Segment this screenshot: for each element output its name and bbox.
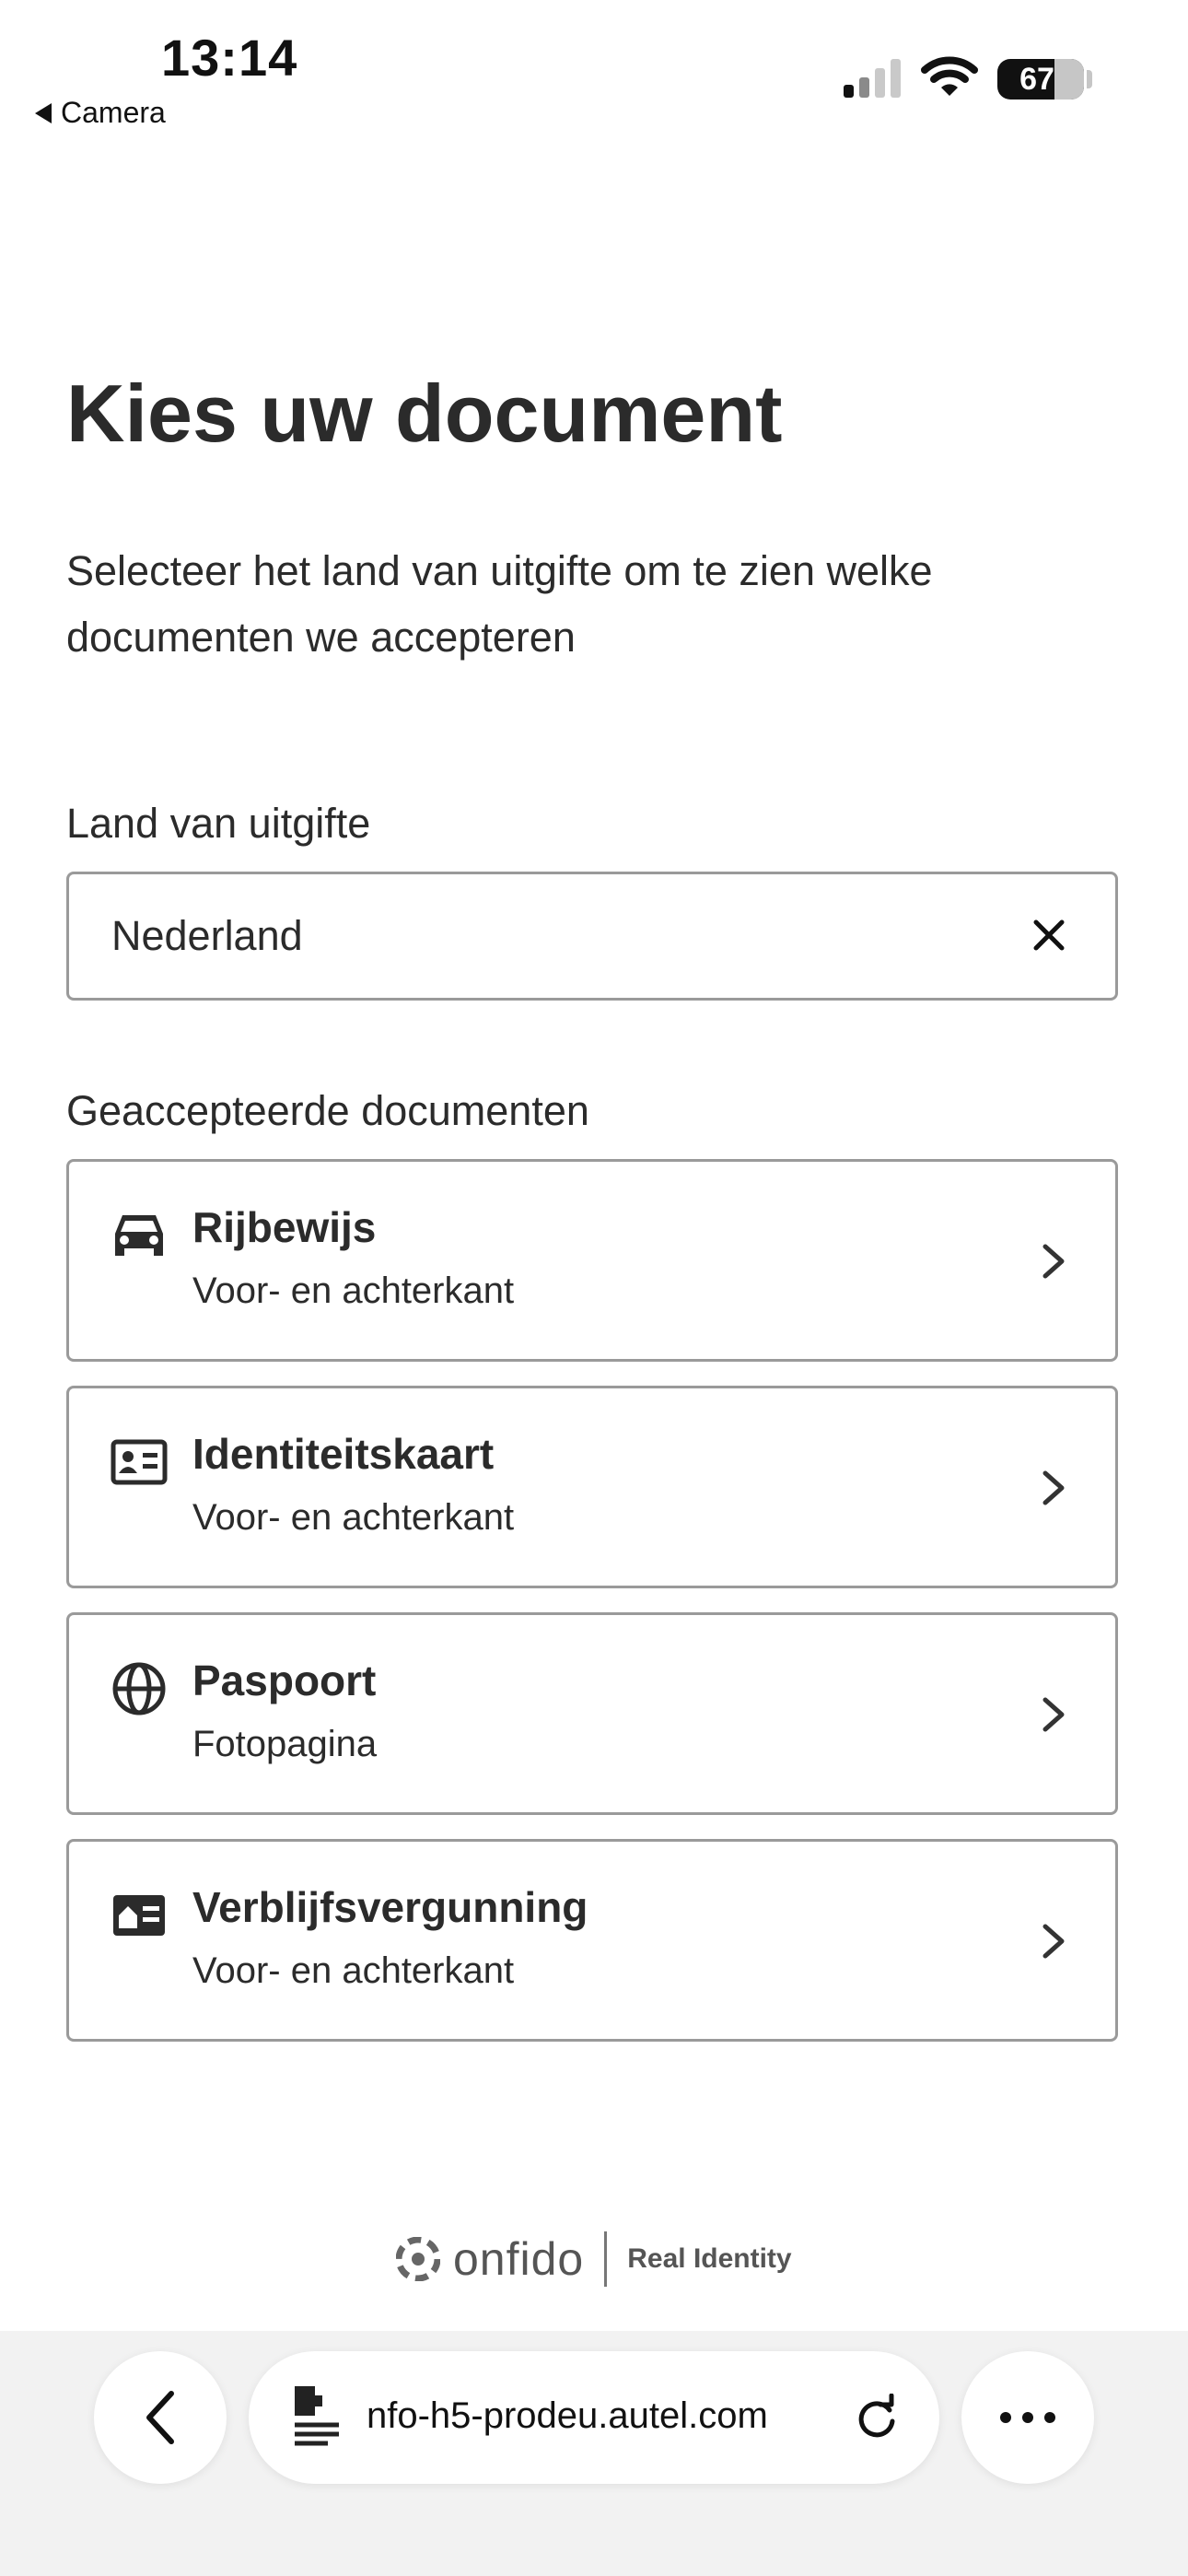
clear-icon[interactable] xyxy=(1029,915,1069,955)
reload-icon[interactable] xyxy=(853,2394,901,2441)
globe-icon xyxy=(112,1662,166,1715)
brand-name: onfido xyxy=(453,2233,585,2285)
back-to-app-link[interactable]: Camera xyxy=(35,96,166,130)
document-subtitle: Voor- en achterkant xyxy=(192,1497,515,1538)
document-option-passport[interactable]: Paspoort Fotopagina xyxy=(66,1612,1118,1815)
document-option-identity-card[interactable]: Identiteitskaart Voor- en achterkant xyxy=(66,1386,1118,1588)
country-label: Land van uitgifte xyxy=(66,800,371,847)
document-subtitle: Fotopagina xyxy=(192,1724,378,1764)
document-option-driving-licence[interactable]: Rijbewijs Voor- en achterkant xyxy=(66,1159,1118,1362)
document-title: Verblijfsvergunning xyxy=(192,1883,588,1931)
dot xyxy=(1044,2412,1055,2423)
country-value: Nederland xyxy=(111,912,303,959)
page-subtitle: Selecteer het land van uitgifte om te zi… xyxy=(66,547,933,661)
chevron-right-icon xyxy=(1042,1470,1065,1505)
more-options-button[interactable] xyxy=(961,2351,1094,2484)
dot xyxy=(1022,2412,1033,2423)
chevron-right-icon xyxy=(1042,1924,1065,1959)
battery-level: 67 xyxy=(1019,61,1054,97)
browser-back-button[interactable] xyxy=(94,2351,227,2484)
id-card-icon xyxy=(111,1439,168,1485)
dot xyxy=(1000,2412,1011,2423)
document-subtitle: Voor- en achterkant xyxy=(192,1950,515,1991)
car-icon xyxy=(115,1215,163,1256)
chevron-right-icon xyxy=(1042,1244,1065,1279)
page-title: Kies uw document xyxy=(66,368,783,459)
cellular-signal-icon xyxy=(844,57,901,98)
wifi-icon xyxy=(921,56,978,96)
brand-divider xyxy=(604,2231,608,2287)
url-text: nfo-h5-prodeu.autel.com xyxy=(367,2395,768,2436)
document-option-residence-permit[interactable]: Verblijfsvergunning Voor- en achterkant xyxy=(66,1839,1118,2042)
brand-tagline: Real Identity xyxy=(627,2243,792,2274)
battery-icon: 67 xyxy=(997,59,1084,100)
site-settings-icon xyxy=(295,2386,339,2446)
document-subtitle: Voor- en achterkant xyxy=(192,1270,515,1311)
residence-card-icon xyxy=(113,1895,165,1936)
battery-tip xyxy=(1087,70,1092,88)
document-list: Rijbewijs Voor- en achterkant Identiteit… xyxy=(66,1159,1118,2066)
document-title: Paspoort xyxy=(192,1657,377,1704)
back-triangle-icon xyxy=(35,102,52,123)
onfido-brand: onfido Real Identity xyxy=(396,2230,792,2289)
document-title: Identiteitskaart xyxy=(192,1430,495,1478)
country-select-input[interactable]: Nederland xyxy=(66,872,1118,1001)
back-app-label: Camera xyxy=(61,96,166,129)
chevron-right-icon xyxy=(1042,1697,1065,1732)
status-time: 13:14 xyxy=(161,29,298,87)
document-title: Rijbewijs xyxy=(192,1203,377,1251)
chevron-left-icon xyxy=(146,2391,174,2444)
onfido-logo-icon xyxy=(396,2237,440,2281)
accepted-documents-label: Geaccepteerde documenten xyxy=(66,1087,589,1134)
address-bar[interactable]: nfo-h5-prodeu.autel.com xyxy=(249,2351,939,2484)
